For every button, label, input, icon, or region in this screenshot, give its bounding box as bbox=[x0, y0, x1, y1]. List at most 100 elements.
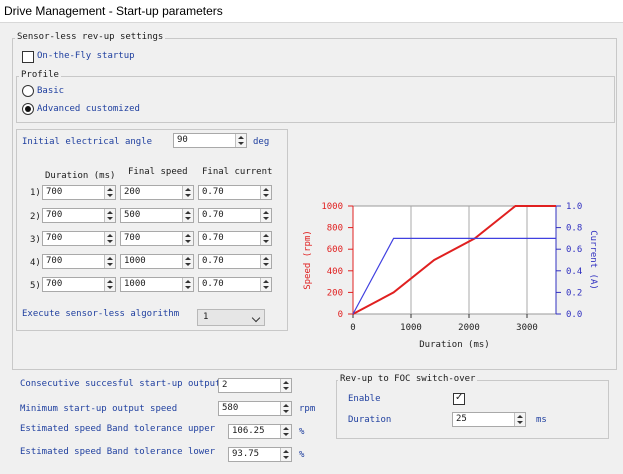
row-3-duration: 700 bbox=[46, 233, 63, 243]
min-speed-spinbox[interactable]: 580 bbox=[218, 401, 292, 416]
row-4-duration-spin-buttons[interactable] bbox=[104, 255, 115, 268]
foc-switchover-title: Rev-up to FOC switch-over bbox=[338, 374, 478, 384]
y2-tick-label: 0.2 bbox=[566, 288, 582, 298]
row-4-duration-spinbox[interactable]: 700 bbox=[42, 254, 116, 269]
row-3-duration-spin-buttons[interactable] bbox=[104, 232, 115, 245]
profile-basic-radio[interactable] bbox=[22, 85, 34, 97]
speed-current-chart: 0 1000 2000 3000 0 200 400 600 800 1000 0.0 0.2 0.4 0… bbox=[303, 202, 598, 350]
row-4-duration: 700 bbox=[46, 256, 63, 266]
row-5-current-spinbox[interactable]: 0.70 bbox=[198, 277, 272, 292]
foc-duration-spin-buttons[interactable] bbox=[514, 413, 525, 426]
row-1-speed-spin-buttons[interactable] bbox=[182, 186, 193, 199]
tol-lower-label: Estimated speed Band tolerance lower bbox=[20, 447, 216, 457]
profile-advanced-radio[interactable] bbox=[22, 103, 34, 115]
row-3-current-spinbox[interactable]: 0.70 bbox=[198, 231, 272, 246]
row-1-index: 1) bbox=[30, 188, 41, 198]
row-4-speed: 1000 bbox=[124, 256, 146, 266]
row-2-speed-spinbox[interactable]: 500 bbox=[120, 208, 194, 223]
row-2-speed: 500 bbox=[124, 210, 141, 220]
tol-upper-spinbox[interactable]: 106.25 bbox=[228, 424, 292, 439]
consecutive-spinbox[interactable]: 2 bbox=[218, 378, 292, 393]
foc-enable-checkbox[interactable] bbox=[453, 392, 465, 405]
y2-tick-label: 0.8 bbox=[566, 224, 582, 234]
row-4-index: 4) bbox=[30, 258, 41, 268]
row-1-current-spin-buttons[interactable] bbox=[260, 186, 271, 199]
consecutive-label: Consecutive succesful start-up output bbox=[20, 379, 221, 389]
tol-upper-spin-buttons[interactable] bbox=[280, 425, 291, 438]
column-header-duration: Duration (ms) bbox=[45, 171, 116, 181]
consecutive-spin-buttons[interactable] bbox=[280, 379, 291, 392]
row-4-current-spin-buttons[interactable] bbox=[260, 255, 271, 268]
x-tick-label: 0 bbox=[350, 323, 355, 333]
row-1-speed: 200 bbox=[124, 187, 141, 197]
row-1-current: 0.70 bbox=[202, 187, 224, 197]
on-the-fly-checkbox[interactable] bbox=[22, 51, 34, 63]
profile-group-title: Profile bbox=[19, 70, 61, 80]
execute-algorithm-value: 1 bbox=[203, 312, 209, 322]
row-1-duration-spinbox[interactable]: 700 bbox=[42, 185, 116, 200]
min-speed-label: Minimum start-up output speed bbox=[20, 404, 178, 414]
window-title: Drive Management - Start-up parameters bbox=[4, 4, 223, 18]
tol-lower-value: 93.75 bbox=[232, 449, 260, 459]
profile-group bbox=[16, 76, 615, 123]
foc-duration-spinbox[interactable]: 25 bbox=[452, 412, 526, 427]
initial-angle-spinbox[interactable]: 90 bbox=[173, 133, 247, 148]
execute-algorithm-label: Execute sensor-less algorithm bbox=[22, 309, 180, 319]
row-2-duration-spinbox[interactable]: 700 bbox=[42, 208, 116, 223]
profile-advanced-label: Advanced customized bbox=[37, 104, 140, 114]
foc-duration-value: 25 bbox=[456, 414, 467, 424]
row-3-current: 0.70 bbox=[202, 233, 224, 243]
row-5-speed: 1000 bbox=[124, 279, 146, 289]
y-tick-label: 0 bbox=[338, 310, 343, 320]
tol-lower-spinbox[interactable]: 93.75 bbox=[228, 447, 292, 462]
initial-angle-spin-buttons[interactable] bbox=[235, 134, 246, 147]
row-5-duration-spin-buttons[interactable] bbox=[104, 278, 115, 291]
chevron-down-icon bbox=[251, 313, 261, 323]
foc-switchover-group bbox=[336, 380, 609, 439]
foc-duration-label: Duration bbox=[348, 415, 392, 425]
row-2-current-spin-buttons[interactable] bbox=[260, 209, 271, 222]
row-5-index: 5) bbox=[30, 281, 41, 291]
initial-angle-label: Initial electrical angle bbox=[22, 137, 153, 147]
row-1-duration-spin-buttons[interactable] bbox=[104, 186, 115, 199]
initial-angle-unit: deg bbox=[253, 137, 270, 147]
tol-lower-spin-buttons[interactable] bbox=[280, 448, 291, 461]
y2-tick-label: 1.0 bbox=[566, 202, 582, 212]
row-5-duration: 700 bbox=[46, 279, 63, 289]
column-header-final-speed: Final speed bbox=[128, 167, 188, 177]
y-tick-label: 800 bbox=[327, 224, 343, 234]
row-5-duration-spinbox[interactable]: 700 bbox=[42, 277, 116, 292]
min-speed-unit: rpm bbox=[299, 404, 316, 414]
row-1-speed-spinbox[interactable]: 200 bbox=[120, 185, 194, 200]
on-the-fly-label: On-the-Fly startup bbox=[37, 51, 135, 61]
row-5-current-spin-buttons[interactable] bbox=[260, 278, 271, 291]
y-tick-label: 400 bbox=[327, 267, 343, 277]
consecutive-value: 2 bbox=[222, 380, 228, 390]
y-tick-label: 1000 bbox=[321, 202, 343, 212]
row-2-speed-spin-buttons[interactable] bbox=[182, 209, 193, 222]
row-3-duration-spinbox[interactable]: 700 bbox=[42, 231, 116, 246]
row-2-current-spinbox[interactable]: 0.70 bbox=[198, 208, 272, 223]
row-2-duration-spin-buttons[interactable] bbox=[104, 209, 115, 222]
row-5-speed-spin-buttons[interactable] bbox=[182, 278, 193, 291]
initial-angle-value: 90 bbox=[177, 135, 188, 145]
row-5-speed-spinbox[interactable]: 1000 bbox=[120, 277, 194, 292]
row-4-speed-spin-buttons[interactable] bbox=[182, 255, 193, 268]
tol-upper-unit: % bbox=[299, 427, 305, 437]
y2-axis-label: Current (A) bbox=[588, 230, 598, 290]
row-2-index: 2) bbox=[30, 212, 41, 222]
tol-lower-unit: % bbox=[299, 450, 305, 460]
min-speed-spin-buttons[interactable] bbox=[280, 402, 291, 415]
row-3-speed-spin-buttons[interactable] bbox=[182, 232, 193, 245]
row-2-duration: 700 bbox=[46, 210, 63, 220]
row-3-current-spin-buttons[interactable] bbox=[260, 232, 271, 245]
row-4-current-spinbox[interactable]: 0.70 bbox=[198, 254, 272, 269]
execute-algorithm-dropdown[interactable]: 1 bbox=[197, 309, 265, 326]
advanced-settings-group bbox=[16, 129, 288, 331]
row-1-current-spinbox[interactable]: 0.70 bbox=[198, 185, 272, 200]
row-4-speed-spinbox[interactable]: 1000 bbox=[120, 254, 194, 269]
row-3-speed-spinbox[interactable]: 700 bbox=[120, 231, 194, 246]
sensorless-group-title: Sensor-less rev-up settings bbox=[15, 32, 166, 42]
y2-tick-label: 0.0 bbox=[566, 310, 582, 320]
tol-upper-label: Estimated speed Band tolerance upper bbox=[20, 424, 216, 434]
